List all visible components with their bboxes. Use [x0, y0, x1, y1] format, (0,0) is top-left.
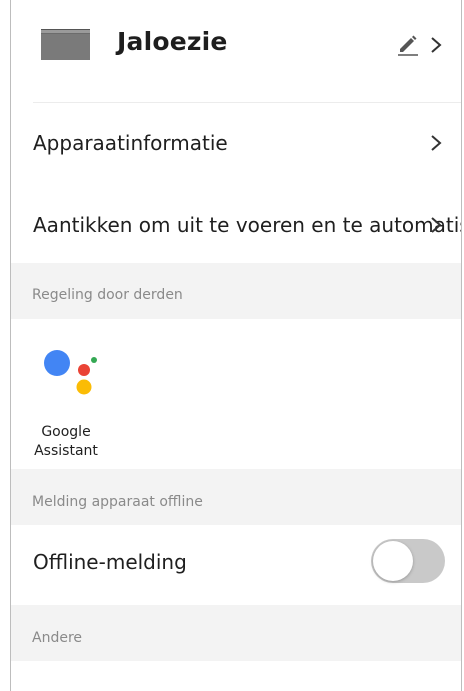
other-panel: [11, 661, 461, 691]
chevron-right-icon: [431, 217, 442, 233]
device-header[interactable]: Jaloezie: [11, 0, 461, 96]
google-assistant-label: Google Assistant: [31, 423, 101, 461]
device-info-row[interactable]: Apparaatinformatie: [11, 103, 461, 183]
pencil-icon[interactable]: [396, 32, 420, 56]
section-label: Melding apparaat offline: [32, 494, 203, 510]
ga-label-line2: Assistant: [34, 443, 98, 459]
tap-to-run-label: Aantikken om uit te voeren en te automat…: [33, 213, 462, 237]
google-assistant-button[interactable]: [33, 344, 105, 404]
device-info-label: Apparaatinformatie: [33, 131, 228, 155]
section-label: Regeling door derden: [32, 287, 183, 303]
google-assistant-icon: [44, 350, 97, 395]
device-settings-page: Jaloezie Apparaatinformatie Aantikken om…: [10, 0, 462, 691]
toggle-knob: [373, 541, 413, 581]
ga-label-line1: Google: [41, 424, 91, 440]
chevron-right-icon: [431, 135, 442, 151]
section-label: Andere: [32, 630, 83, 646]
section-header-third-party: Regeling door derden: [11, 263, 461, 319]
roller-blind-icon: [41, 29, 90, 60]
section-header-offline: Melding apparaat offline: [11, 469, 461, 525]
offline-notification-toggle[interactable]: [371, 539, 445, 583]
offline-notification-label: Offline-melding: [33, 550, 187, 574]
chevron-right-icon[interactable]: [430, 36, 442, 54]
section-header-other: Andere: [11, 605, 461, 661]
device-name: Jaloezie: [117, 27, 228, 56]
tap-to-run-row[interactable]: Aantikken om uit te voeren en te automat…: [11, 183, 461, 263]
